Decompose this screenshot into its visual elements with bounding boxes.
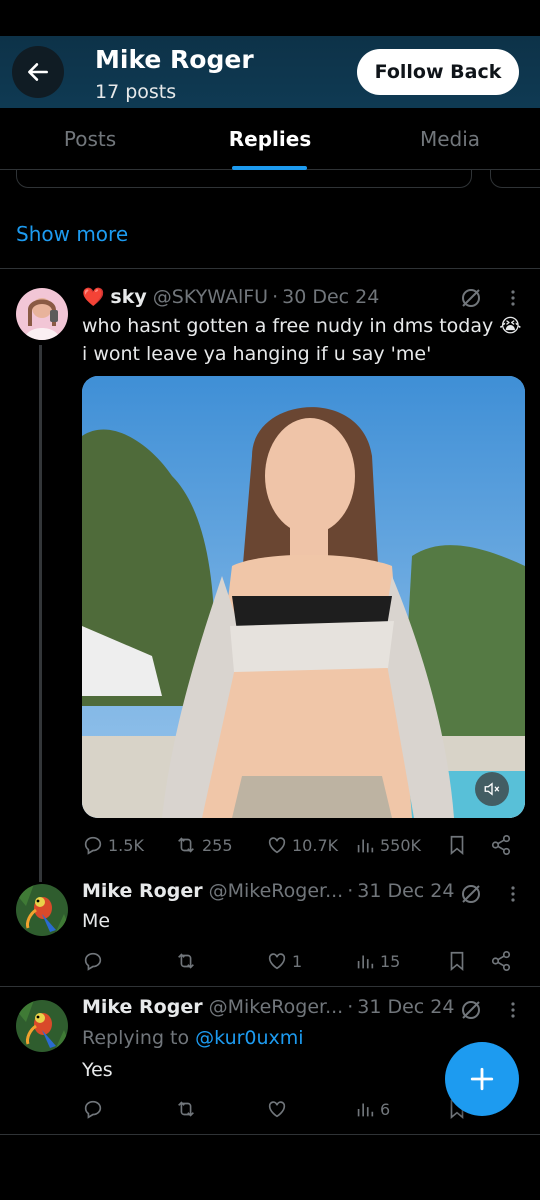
tweet-date[interactable]: 31 Dec 24 [357,996,454,1018]
bookmark-icon [450,951,464,972]
views-button[interactable]: 550K [354,830,421,860]
profile-name: Mike Roger [95,45,254,74]
author-name[interactable]: Mike Roger [82,996,203,1018]
reply-button[interactable] [82,1094,108,1124]
author-handle[interactable]: @MikeRoger... [209,996,344,1018]
mute-icon [484,782,500,796]
post-count: 17 posts [95,81,177,103]
views-button[interactable]: 6 [354,1094,390,1124]
tweet-header: ❤️ sky @SKYWAlFU · 30 Dec 24 [82,286,380,308]
share-button[interactable] [490,830,516,860]
heart-icon [268,1101,286,1118]
status-bar [0,0,540,36]
more-vertical-icon[interactable] [503,1000,523,1020]
reply-button[interactable]: 1.5K [82,830,144,860]
bookmark-icon [450,835,464,856]
profile-tabs: Posts Replies Media [0,108,540,170]
tab-posts[interactable]: Posts [20,108,160,170]
tweet-date[interactable]: 30 Dec 24 [282,286,379,308]
plus-icon [470,1067,494,1091]
share-button[interactable] [490,946,516,976]
more-vertical-icon[interactable] [503,288,523,308]
arrow-left-icon [28,63,48,81]
views-icon [357,1103,374,1117]
like-button[interactable] [266,1094,292,1124]
tweet-header: Mike Roger @MikeRoger... · 31 Dec 24 [82,880,455,902]
grok-icon[interactable] [459,286,483,310]
repost-button[interactable]: 255 [174,830,233,860]
tweet-text: who hasnt gotten a free nudy in dms toda… [82,315,522,365]
reply-icon [84,1100,102,1119]
repost-button[interactable] [174,1094,202,1124]
replying-to-handle[interactable]: @kur0uxmi [195,1027,303,1049]
share-icon [491,835,511,855]
avatar[interactable] [16,288,68,340]
tweet-actions: 1.5K 255 10.7K 550K [82,830,522,860]
tweet-text: Me [82,910,111,932]
follow-back-button[interactable]: Follow Back [357,49,519,95]
share-icon [491,951,511,971]
tweet-date[interactable]: 31 Dec 24 [357,880,454,902]
previous-card-edge [16,170,472,188]
like-button[interactable]: 10.7K [266,830,338,860]
author-handle[interactable]: @MikeRoger... [209,880,344,902]
back-button[interactable] [12,46,64,98]
show-more-link[interactable]: Show more [16,222,128,246]
divider [0,268,540,269]
bookmark-button[interactable] [446,830,472,860]
author-name[interactable]: sky [110,286,146,308]
tab-media[interactable]: Media [380,108,520,170]
views-icon [357,839,374,853]
repost-icon [178,837,194,853]
replying-to: Replying to @kur0uxmi [82,1027,304,1049]
views-button[interactable]: 15 [354,946,400,976]
more-vertical-icon[interactable] [503,884,523,904]
heart-emoji: ❤️ [82,286,105,308]
compose-button[interactable] [445,1042,519,1116]
thread-line [39,345,42,882]
reply-button[interactable] [82,946,108,976]
repost-icon [178,953,194,969]
previous-card-edge [490,170,540,188]
tweet-header: Mike Roger @MikeRoger... · 31 Dec 24 [82,996,455,1018]
repost-button[interactable] [174,946,202,976]
bookmark-button[interactable] [446,946,472,976]
author-name[interactable]: Mike Roger [82,880,203,902]
divider [0,1134,540,1135]
tweet-video[interactable] [82,376,525,818]
author-handle[interactable]: @SKYWAlFU [153,286,268,308]
heart-icon [268,953,286,970]
divider [0,986,540,987]
avatar[interactable] [16,884,68,936]
repost-icon [178,1101,194,1117]
reply-icon [84,836,102,855]
tab-replies[interactable]: Replies [200,108,340,170]
like-button[interactable]: 1 [266,946,302,976]
mute-button[interactable] [475,772,509,806]
reply-icon [84,952,102,971]
profile-header: Mike Roger 17 posts Follow Back [0,36,540,108]
grok-icon[interactable] [459,882,483,906]
tweet-text: Yes [82,1059,113,1081]
heart-icon [268,837,286,854]
avatar[interactable] [16,1000,68,1052]
tweet-actions: 1 15 [82,946,522,976]
views-icon [357,955,374,969]
grok-icon[interactable] [459,998,483,1022]
